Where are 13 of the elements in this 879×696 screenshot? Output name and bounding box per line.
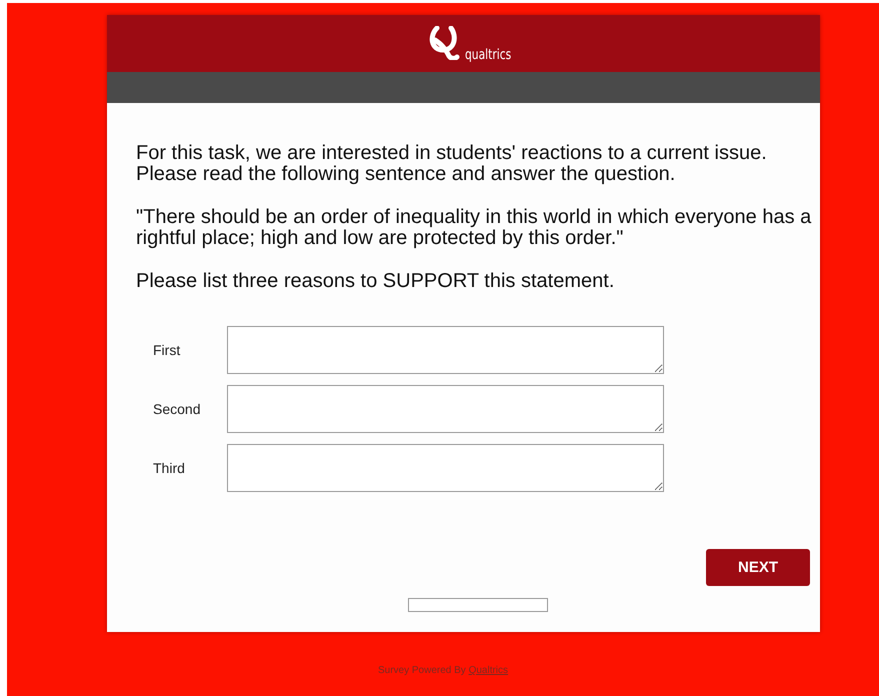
logo-text: qualtrics	[465, 48, 512, 62]
question-text: For this task, we are interested in students' reactions to a current issue. Please read the following sentence and answer the question.	[136, 143, 768, 185]
answer-field[interactable]	[227, 444, 664, 492]
answer-field[interactable]	[227, 326, 664, 374]
question-text: Please list three reasons to SUPPORT this statement.	[136, 271, 616, 292]
field-label: First	[153, 342, 182, 358]
field-label: Second	[153, 401, 202, 417]
next-button[interactable]: NEXT	[706, 549, 810, 586]
footer-text: Survey Powered By Qualtrics	[376, 665, 510, 676]
question-text: "There should be an order of inequality in this world in which everyone has a rightful place; high and low are protected by this order."	[136, 207, 812, 249]
logo-icon	[427, 26, 462, 60]
field-label: Third	[153, 460, 186, 476]
answer-field[interactable]	[227, 385, 664, 433]
